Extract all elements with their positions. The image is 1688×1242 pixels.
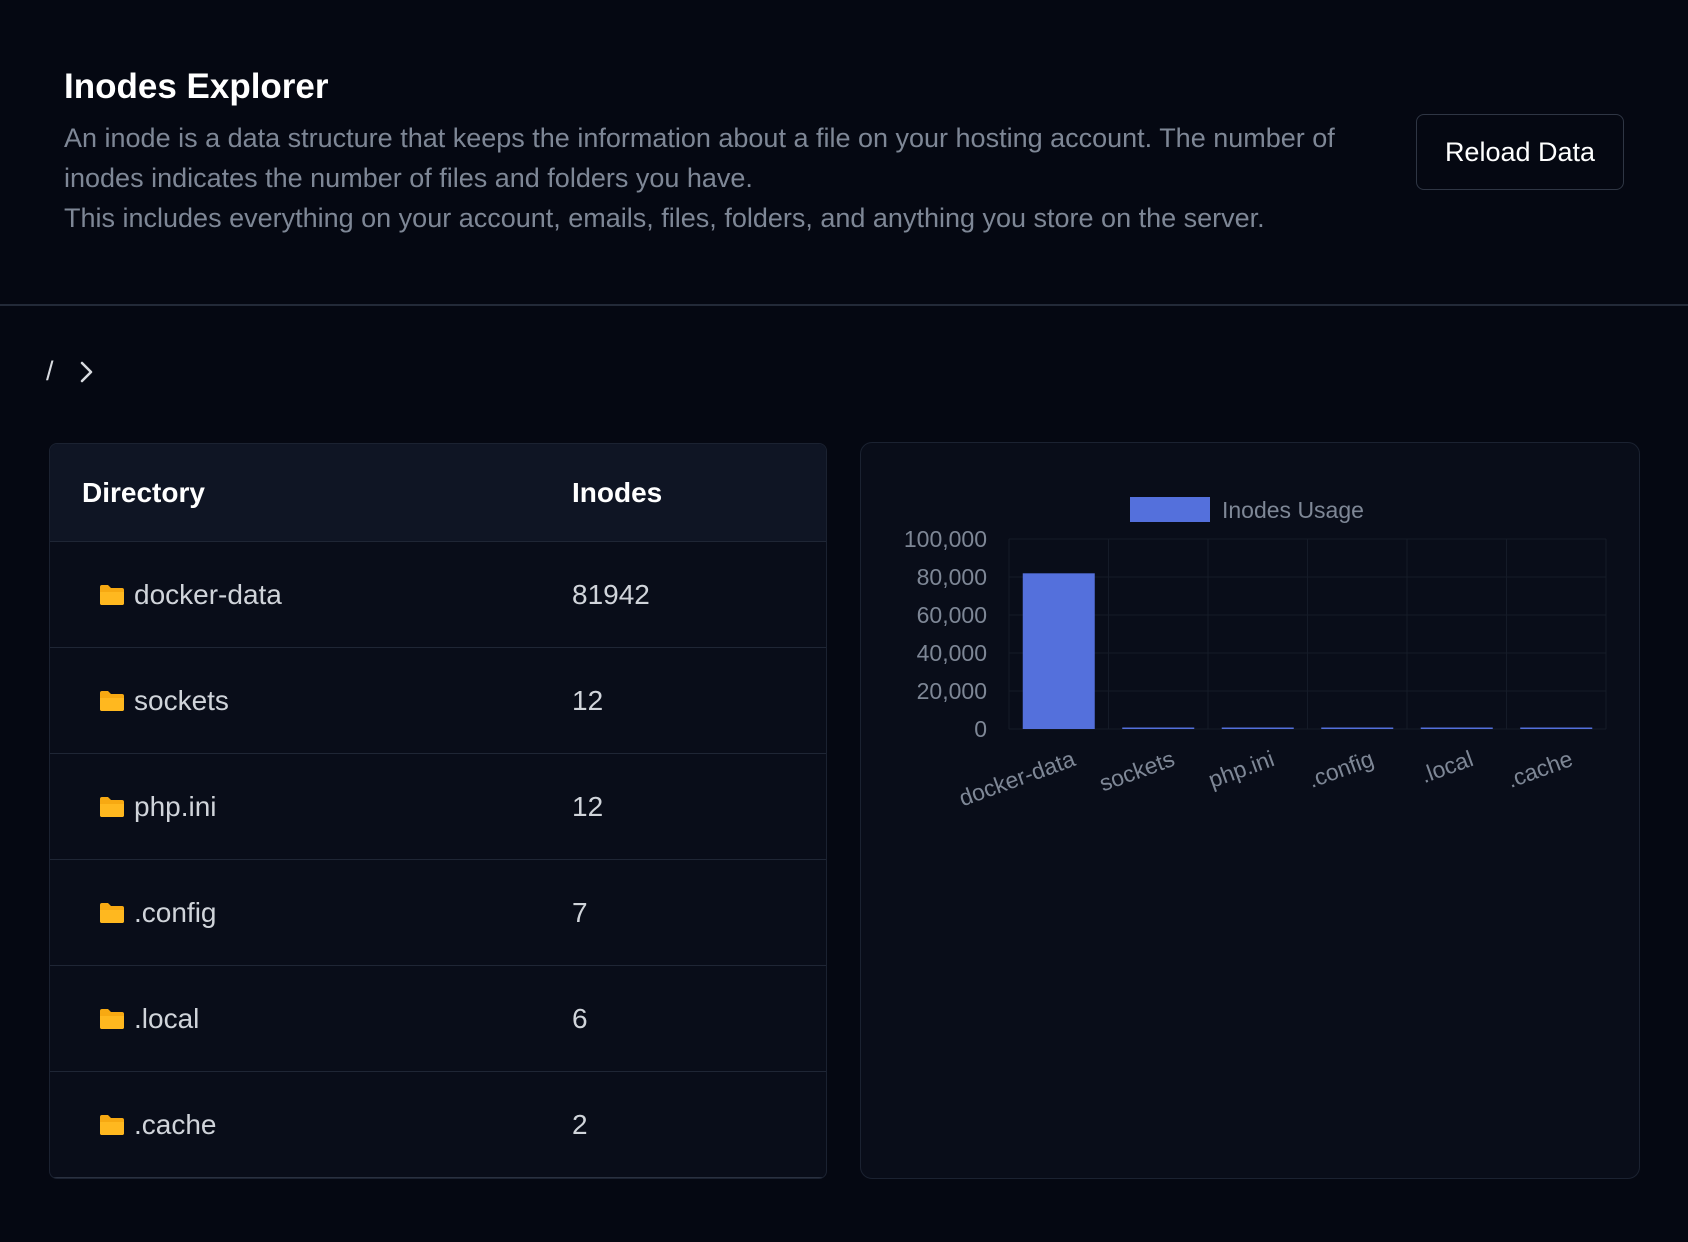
table-row[interactable]: sockets 12 <box>50 648 826 754</box>
y-tick-label: 100,000 <box>904 526 987 552</box>
inodes-count: 7 <box>572 896 588 928</box>
legend-label: Inodes Usage <box>1222 497 1364 523</box>
y-tick-label: 0 <box>974 716 987 742</box>
directory-name: .config <box>134 896 217 928</box>
bar-docker-data <box>1022 573 1095 729</box>
directory-cell: php.ini <box>98 791 217 823</box>
y-tick-label: 60,000 <box>917 602 987 628</box>
x-tick-label: docker-data <box>955 745 1078 811</box>
column-header-directory: Directory <box>82 476 205 508</box>
table-row[interactable]: .local 6 <box>50 966 826 1072</box>
bar-cache <box>1520 727 1593 729</box>
directory-cell: .cache <box>98 1109 217 1141</box>
directory-cell: .config <box>98 897 217 929</box>
legend-swatch <box>1130 497 1210 522</box>
inodes-count: 81942 <box>572 578 650 610</box>
directory-table: Directory Inodes docker-data 81942 sockets… <box>49 443 827 1179</box>
column-header-inodes: Inodes <box>572 476 663 508</box>
x-tick-label: .cache <box>1503 745 1576 793</box>
bar-php-ini <box>1221 727 1294 729</box>
table-row[interactable]: .cache 2 <box>50 1072 826 1178</box>
folder-icon <box>100 796 124 817</box>
page-description: An inode is a data structure that keeps … <box>64 118 1384 238</box>
inodes-count: 12 <box>572 790 604 822</box>
directory-name: php.ini <box>134 790 217 822</box>
y-tick-label: 20,000 <box>917 678 987 704</box>
page-title: Inodes Explorer <box>64 67 329 106</box>
folder-icon <box>100 584 124 605</box>
description-line-1: An inode is a data structure that keeps … <box>64 123 1335 193</box>
reload-data-button[interactable]: Reload Data <box>1416 114 1624 190</box>
page-header: Inodes Explorer An inode is a data struc… <box>64 66 1384 238</box>
directory-name: docker-data <box>134 578 282 610</box>
header-divider <box>0 304 1688 306</box>
bar-local <box>1420 727 1493 729</box>
inodes-bar-chart: Inodes Usage 100,000 80,000 60,000 40,000 20,… <box>904 497 1607 811</box>
breadcrumb-root[interactable]: / <box>46 356 54 387</box>
table-row[interactable]: php.ini 12 <box>50 754 826 860</box>
inodes-count: 12 <box>572 684 604 716</box>
directory-name: .local <box>134 1002 200 1034</box>
y-tick-label: 80,000 <box>917 564 987 590</box>
y-tick-label: 40,000 <box>917 640 987 666</box>
chevron-right-icon <box>80 361 92 382</box>
table-header: Directory Inodes <box>50 444 826 542</box>
x-tick-label: .local <box>1417 745 1476 788</box>
folder-icon <box>100 902 124 923</box>
inodes-count: 2 <box>572 1108 588 1140</box>
directory-cell: sockets <box>98 685 229 717</box>
bar-config <box>1321 727 1394 729</box>
x-tick-label: sockets <box>1096 745 1178 796</box>
inodes-chart: Inodes Usage 100,000 80,000 60,000 40,000 20,… <box>860 442 1640 1179</box>
folder-icon <box>100 690 124 711</box>
table-body: docker-data 81942 sockets 12 php.ini 12 .confi… <box>50 542 826 1178</box>
table-row[interactable]: docker-data 81942 <box>50 542 826 648</box>
directory-cell: docker-data <box>98 579 282 611</box>
breadcrumb: / <box>46 356 96 387</box>
x-tick-label: .config <box>1304 745 1377 793</box>
folder-icon <box>100 1008 124 1029</box>
x-tick-label: php.ini <box>1205 745 1278 793</box>
directory-name: sockets <box>134 684 229 716</box>
description-line-2: This includes everything on your account… <box>64 203 1265 233</box>
directory-cell: .local <box>98 1003 199 1035</box>
directory-name: .cache <box>134 1108 217 1140</box>
inodes-count: 6 <box>572 1002 588 1034</box>
table-row[interactable]: .config 7 <box>50 860 826 966</box>
bar-sockets <box>1122 727 1195 729</box>
folder-icon <box>100 1114 124 1135</box>
inodes-explorer-page: Inodes Explorer An inode is a data struc… <box>0 0 1688 1242</box>
